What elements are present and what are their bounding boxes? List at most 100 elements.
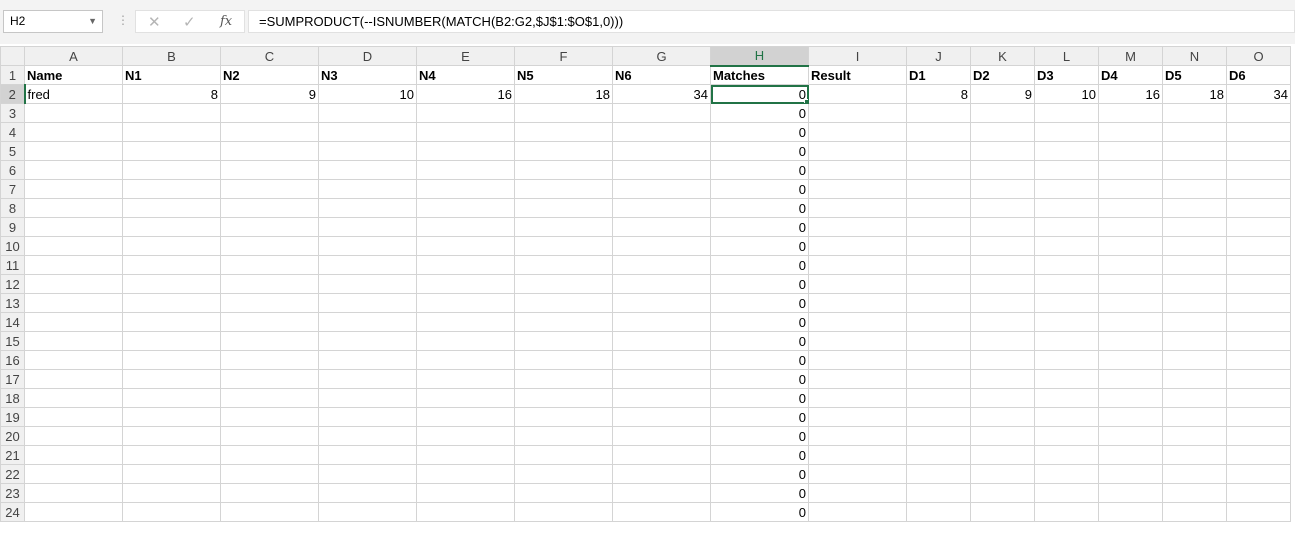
cell-L12[interactable]: [1034, 274, 1099, 294]
cell-I6[interactable]: [808, 160, 907, 180]
cell-I8[interactable]: [808, 198, 907, 218]
column-header[interactable]: I: [808, 46, 907, 66]
cell-M1[interactable]: D4: [1098, 65, 1163, 85]
cell-G13[interactable]: [612, 293, 711, 313]
cell-I12[interactable]: [808, 274, 907, 294]
cell-K10[interactable]: [970, 236, 1035, 256]
cell-M13[interactable]: [1098, 293, 1163, 313]
cell-B11[interactable]: [122, 255, 221, 275]
cell-E16[interactable]: [416, 350, 515, 370]
cell-K20[interactable]: [970, 426, 1035, 446]
cell-D16[interactable]: [318, 350, 417, 370]
cell-I14[interactable]: [808, 312, 907, 332]
column-header[interactable]: F: [514, 46, 613, 66]
cell-O10[interactable]: [1226, 236, 1291, 256]
cell-H5[interactable]: 0: [710, 141, 809, 161]
cell-M4[interactable]: [1098, 122, 1163, 142]
cell-M9[interactable]: [1098, 217, 1163, 237]
cell-D22[interactable]: [318, 464, 417, 484]
row-header[interactable]: 15: [0, 331, 25, 351]
cell-A12[interactable]: [24, 274, 123, 294]
cell-A9[interactable]: [24, 217, 123, 237]
cell-N6[interactable]: [1162, 160, 1227, 180]
cell-E7[interactable]: [416, 179, 515, 199]
cell-E17[interactable]: [416, 369, 515, 389]
cell-E15[interactable]: [416, 331, 515, 351]
cell-C23[interactable]: [220, 483, 319, 503]
cell-L7[interactable]: [1034, 179, 1099, 199]
cell-H22[interactable]: 0: [710, 464, 809, 484]
cell-D18[interactable]: [318, 388, 417, 408]
cell-K15[interactable]: [970, 331, 1035, 351]
cell-O6[interactable]: [1226, 160, 1291, 180]
cell-B5[interactable]: [122, 141, 221, 161]
cell-M21[interactable]: [1098, 445, 1163, 465]
cell-O4[interactable]: [1226, 122, 1291, 142]
cell-A10[interactable]: [24, 236, 123, 256]
cell-C22[interactable]: [220, 464, 319, 484]
cell-O24[interactable]: [1226, 502, 1291, 522]
cell-E1[interactable]: N4: [416, 65, 515, 85]
cell-I7[interactable]: [808, 179, 907, 199]
cell-E12[interactable]: [416, 274, 515, 294]
cell-A23[interactable]: [24, 483, 123, 503]
row-header[interactable]: 10: [0, 236, 25, 256]
cell-C9[interactable]: [220, 217, 319, 237]
cell-E20[interactable]: [416, 426, 515, 446]
cell-A11[interactable]: [24, 255, 123, 275]
cell-D19[interactable]: [318, 407, 417, 427]
cell-C5[interactable]: [220, 141, 319, 161]
cell-O12[interactable]: [1226, 274, 1291, 294]
cell-L20[interactable]: [1034, 426, 1099, 446]
cell-E8[interactable]: [416, 198, 515, 218]
cell-A3[interactable]: [24, 103, 123, 123]
row-header[interactable]: 9: [0, 217, 25, 237]
column-header[interactable]: G: [612, 46, 711, 66]
cell-D10[interactable]: [318, 236, 417, 256]
cell-K11[interactable]: [970, 255, 1035, 275]
cell-A2[interactable]: fred: [24, 84, 123, 104]
cell-C6[interactable]: [220, 160, 319, 180]
cell-B21[interactable]: [122, 445, 221, 465]
cell-K7[interactable]: [970, 179, 1035, 199]
cell-J11[interactable]: [906, 255, 971, 275]
cell-J21[interactable]: [906, 445, 971, 465]
cell-D20[interactable]: [318, 426, 417, 446]
cell-K14[interactable]: [970, 312, 1035, 332]
cell-L11[interactable]: [1034, 255, 1099, 275]
row-header[interactable]: 23: [0, 483, 25, 503]
cell-F9[interactable]: [514, 217, 613, 237]
cell-M23[interactable]: [1098, 483, 1163, 503]
cell-J4[interactable]: [906, 122, 971, 142]
cell-I20[interactable]: [808, 426, 907, 446]
cell-H1[interactable]: Matches: [710, 65, 809, 85]
cell-G23[interactable]: [612, 483, 711, 503]
cell-K16[interactable]: [970, 350, 1035, 370]
cell-I23[interactable]: [808, 483, 907, 503]
cell-F19[interactable]: [514, 407, 613, 427]
cell-C20[interactable]: [220, 426, 319, 446]
cell-F1[interactable]: N5: [514, 65, 613, 85]
cell-M11[interactable]: [1098, 255, 1163, 275]
cell-O19[interactable]: [1226, 407, 1291, 427]
cell-C10[interactable]: [220, 236, 319, 256]
cell-G16[interactable]: [612, 350, 711, 370]
cell-H14[interactable]: 0: [710, 312, 809, 332]
row-header[interactable]: 20: [0, 426, 25, 446]
cell-L10[interactable]: [1034, 236, 1099, 256]
cell-O21[interactable]: [1226, 445, 1291, 465]
row-header[interactable]: 5: [0, 141, 25, 161]
cell-K18[interactable]: [970, 388, 1035, 408]
cell-N17[interactable]: [1162, 369, 1227, 389]
cell-E9[interactable]: [416, 217, 515, 237]
cell-M19[interactable]: [1098, 407, 1163, 427]
cell-L13[interactable]: [1034, 293, 1099, 313]
cell-N11[interactable]: [1162, 255, 1227, 275]
cell-A17[interactable]: [24, 369, 123, 389]
cell-A20[interactable]: [24, 426, 123, 446]
cell-M7[interactable]: [1098, 179, 1163, 199]
cell-G20[interactable]: [612, 426, 711, 446]
cell-A16[interactable]: [24, 350, 123, 370]
cell-H21[interactable]: 0: [710, 445, 809, 465]
cell-J9[interactable]: [906, 217, 971, 237]
